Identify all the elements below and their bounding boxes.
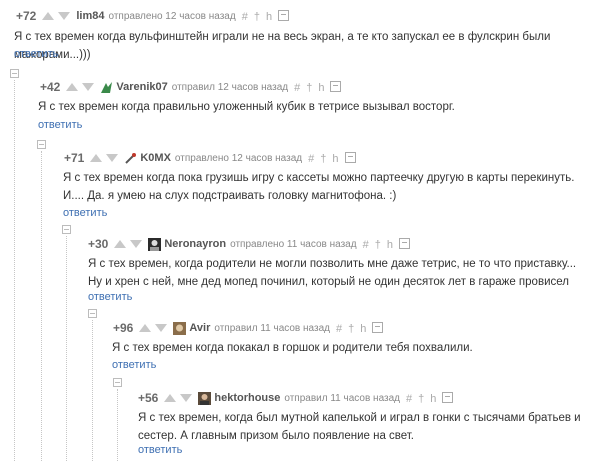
- comment-text: Я с тех времен когда правильно уложенный…: [38, 101, 455, 113]
- thread-line: [117, 389, 118, 461]
- comment-header: +56 hektorhouse отправил 11 часов назад …: [138, 390, 454, 406]
- downvote-icon[interactable]: [155, 324, 168, 332]
- comment-text: Я с тех времен когда пока грузишь игру с…: [63, 172, 575, 202]
- comment-header: +96 Avir отправил 11 часов назад # † h: [113, 320, 384, 336]
- comment-text: Я с тех времен когда вульфинштейн играли…: [14, 31, 551, 61]
- comment-author[interactable]: lim84: [76, 10, 104, 22]
- downvote-icon[interactable]: [58, 12, 71, 20]
- comment-author[interactable]: Avir: [189, 322, 210, 334]
- comment-header: +72 lim84 отправлено 12 часов назад # † h: [16, 8, 290, 24]
- comment-rating: +71: [64, 151, 85, 165]
- comment-text: Я с тех времен, когда родители не могли …: [88, 258, 577, 288]
- comment-text: Я с тех времен, когда был мутной капельк…: [138, 412, 581, 442]
- avatar[interactable]: [148, 237, 162, 251]
- collapse-toggle[interactable]: [62, 225, 71, 234]
- hash-icon[interactable]: #: [242, 11, 252, 23]
- reply-link[interactable]: ответить: [38, 119, 82, 131]
- comment-tools: # † h: [363, 237, 410, 251]
- pin-icon[interactable]: †: [306, 82, 316, 94]
- comment-rating: +72: [16, 9, 37, 23]
- comment-rating: +42: [40, 80, 61, 94]
- downvote-icon[interactable]: [82, 83, 95, 91]
- upvote-icon[interactable]: [164, 394, 177, 402]
- pin-icon[interactable]: †: [348, 323, 358, 335]
- avatar[interactable]: [198, 391, 212, 405]
- tree-icon[interactable]: h: [430, 393, 440, 405]
- comment-text: Я с тех времен когда покакал в горшок и …: [112, 342, 473, 354]
- downvote-icon[interactable]: [130, 240, 143, 248]
- tree-icon[interactable]: h: [332, 153, 342, 165]
- comment-time: отправлено 12 часов назад: [174, 152, 303, 164]
- comment-tools: # † h: [308, 151, 356, 165]
- reply-link[interactable]: ответить: [112, 359, 156, 371]
- tree-icon[interactable]: h: [387, 239, 397, 251]
- comment-tools: # † h: [336, 321, 384, 335]
- comment-tools: # † h: [294, 80, 342, 94]
- pin-icon[interactable]: †: [375, 239, 385, 251]
- tree-icon[interactable]: h: [318, 82, 328, 94]
- comment-author[interactable]: K0MX: [140, 152, 171, 164]
- tree-icon[interactable]: h: [360, 323, 370, 335]
- comment-time: отправлено 11 часов назад: [230, 238, 357, 250]
- comment-tools: # † h: [406, 391, 454, 405]
- downvote-icon[interactable]: [180, 394, 193, 402]
- pin-icon[interactable]: †: [418, 393, 428, 405]
- hash-icon[interactable]: #: [363, 239, 373, 251]
- reply-link[interactable]: ответить: [138, 444, 182, 456]
- avatar[interactable]: [124, 152, 137, 165]
- comment-time: отправлено 12 часов назад: [108, 10, 236, 22]
- pin-icon[interactable]: †: [254, 11, 264, 23]
- collapse-toggle[interactable]: [113, 378, 122, 387]
- comment-author[interactable]: Varenik07: [116, 81, 167, 93]
- comment-header: +42 Varenik07 отправил 12 часов назад # †…: [40, 79, 342, 95]
- comment-rating: +56: [138, 391, 159, 405]
- comment-header: +71 K0MX отправлено 12 часов назад # † h: [64, 150, 356, 166]
- hash-icon[interactable]: #: [336, 323, 346, 335]
- save-icon[interactable]: [278, 10, 290, 21]
- collapse-toggle[interactable]: [10, 69, 19, 78]
- avatar[interactable]: [100, 81, 113, 94]
- thread-line: [66, 236, 67, 461]
- comment-tools: # † h: [242, 9, 290, 23]
- reply-link[interactable]: ответить: [63, 207, 107, 219]
- comment-rating: +96: [113, 321, 134, 335]
- hash-icon[interactable]: #: [406, 393, 416, 405]
- thread-line: [14, 80, 15, 461]
- upvote-icon[interactable]: [42, 12, 55, 20]
- reply-link[interactable]: ответить: [88, 291, 132, 303]
- tree-icon[interactable]: h: [266, 11, 276, 23]
- downvote-icon[interactable]: [106, 154, 119, 162]
- save-icon[interactable]: [398, 238, 410, 249]
- comment-author[interactable]: Neronayron: [164, 238, 226, 250]
- thread-line: [41, 151, 42, 461]
- comment-rating: +30: [88, 237, 109, 251]
- comment-time: отправил 11 часов назад: [214, 322, 330, 334]
- upvote-icon[interactable]: [114, 240, 127, 248]
- upvote-icon[interactable]: [139, 324, 152, 332]
- collapse-toggle[interactable]: [37, 140, 46, 149]
- upvote-icon[interactable]: [90, 154, 103, 162]
- save-icon[interactable]: [442, 392, 454, 403]
- comment-author[interactable]: hektorhouse: [214, 392, 280, 404]
- comment-time: отправил 12 часов назад: [171, 81, 289, 93]
- save-icon[interactable]: [344, 152, 356, 163]
- avatar[interactable]: [173, 321, 187, 335]
- comment-time: отправил 11 часов назад: [284, 392, 400, 404]
- save-icon[interactable]: [330, 81, 342, 92]
- comment-header: +30 Neronayron отправлено 11 часов назад…: [88, 236, 410, 252]
- collapse-toggle[interactable]: [88, 309, 97, 318]
- upvote-icon[interactable]: [66, 83, 79, 91]
- hash-icon[interactable]: #: [294, 82, 304, 94]
- hash-icon[interactable]: #: [308, 153, 318, 165]
- reply-link[interactable]: ответить: [14, 48, 58, 60]
- save-icon[interactable]: [372, 322, 384, 333]
- pin-icon[interactable]: †: [320, 153, 330, 165]
- thread-line: [92, 320, 93, 461]
